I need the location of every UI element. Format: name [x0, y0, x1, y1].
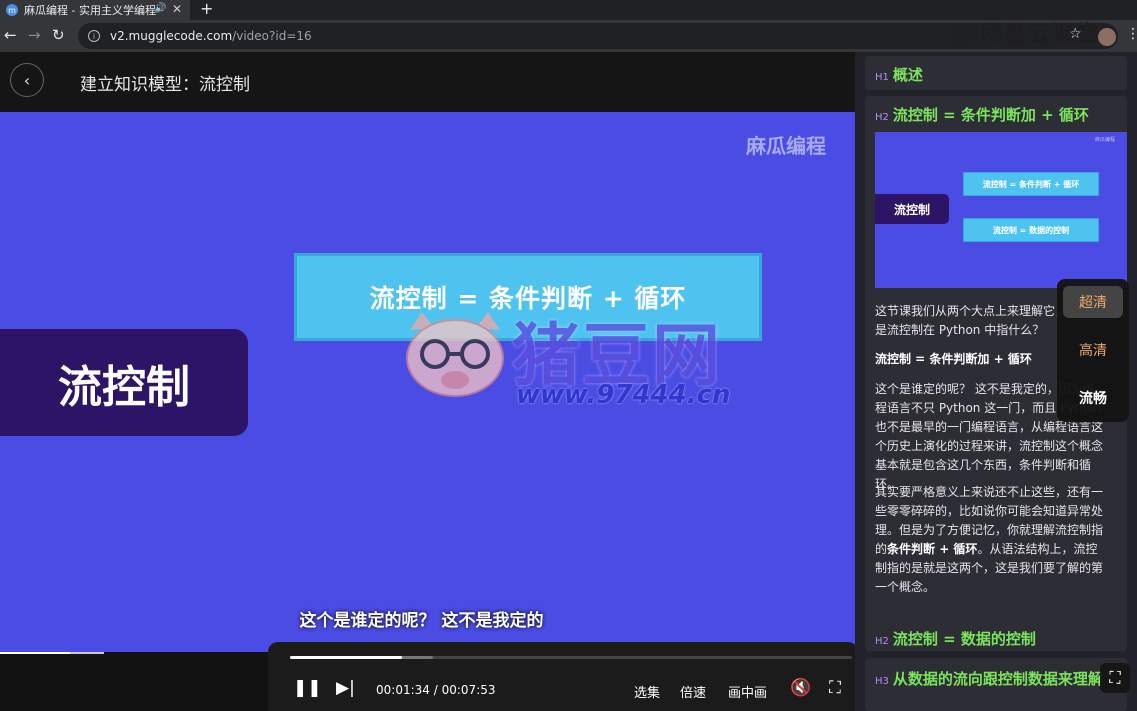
forward-icon[interactable]: →: [28, 26, 41, 44]
quality-menu: 超清 高清 流畅: [1057, 279, 1129, 422]
heading-data-flow[interactable]: H3 从数据的流向跟控制数据来理解: [875, 668, 1103, 689]
back-button[interactable]: ‹: [10, 63, 44, 97]
expand-icon: ⛶: [1109, 668, 1121, 687]
chevron-left-icon: ‹: [23, 70, 31, 90]
url-host: v2.mugglecode.com: [110, 29, 233, 43]
heading-tag: H2: [875, 112, 889, 123]
video-brand: 麻瓜编程: [746, 134, 826, 158]
heading-text: 流控制 = 条件判断加 + 循环: [892, 106, 1089, 124]
heading-tag: H2: [875, 636, 889, 647]
tab-title: 麻瓜编程 - 实用主义学编程: [24, 4, 156, 17]
progress-played: [290, 656, 403, 659]
heading-text: 概述: [892, 66, 923, 84]
thumb-box-1: 流控制 = 条件判断 + 循环: [963, 172, 1099, 196]
heading-overview[interactable]: H1 概述: [875, 64, 923, 85]
heading-text: 从数据的流向跟控制数据来理解: [892, 670, 1103, 688]
reload-icon[interactable]: ↻: [52, 26, 65, 44]
thumb-side-label: 流控制: [875, 194, 949, 224]
heading-flow-control[interactable]: H2 流控制 = 条件判断加 + 循环: [875, 104, 1089, 125]
paragraph-4-bold: 条件判断 + 循环: [887, 542, 978, 556]
quality-option-smooth[interactable]: 流畅: [1063, 382, 1123, 414]
pip-button[interactable]: 画中画: [728, 682, 767, 701]
side-label: 流控制: [0, 329, 248, 436]
heading-tag: H3: [875, 676, 889, 687]
watermark-logo-icon: [950, 24, 974, 46]
control-bar: ❚❚ ▶| 00:01:34 / 00:07:53 选集 倍速 画中画 🔇 ⛶: [268, 642, 858, 711]
speed-button[interactable]: 倍速: [680, 682, 706, 701]
time-current: 00:01:34: [376, 683, 430, 697]
next-icon[interactable]: ▶|: [336, 678, 355, 698]
paragraph-4: 其实要严格意义上来说还不止这些，还有一些零零碎碎的，比如说你可能会知道异常处理。…: [875, 483, 1103, 597]
thumb-brand: 麻瓜编程: [1095, 137, 1116, 143]
heading-tag: H1: [875, 72, 889, 83]
time-total: 00:07:53: [441, 683, 496, 697]
browser-menu-icon[interactable]: ⋮: [1126, 26, 1137, 42]
quality-option-hd[interactable]: 高清: [1063, 334, 1123, 366]
site-info-icon[interactable]: i: [88, 30, 100, 42]
pause-icon[interactable]: ❚❚: [293, 678, 322, 698]
video-title: 建立知识模型：流控制: [80, 75, 250, 95]
favicon-icon: m: [6, 4, 18, 16]
time-separator: /: [433, 683, 438, 697]
mute-icon[interactable]: 🔇: [790, 678, 811, 698]
heading-data-control[interactable]: H2 流控制 = 数据的控制: [875, 628, 1036, 649]
browser-tab[interactable]: m 麻瓜编程 - 实用主义学编程 🔊 ✕: [0, 0, 190, 20]
back-icon[interactable]: ←: [4, 26, 17, 44]
url-path: /video?id=16: [232, 29, 312, 43]
player-header: ‹ 建立知识模型：流控制: [0, 52, 855, 112]
speaker-icon[interactable]: 🔊: [154, 3, 166, 14]
close-tab-icon[interactable]: ✕: [172, 2, 182, 16]
time-display: 00:01:34 / 00:07:53: [376, 683, 496, 697]
subtitle: 这个是谁定的呢？ 这不是我定的: [299, 611, 544, 631]
mini-progress-line: [0, 652, 70, 654]
quality-option-hd2[interactable]: 超清: [1063, 286, 1123, 318]
progress-bar[interactable]: [290, 656, 852, 659]
watermark-163: 网易云课堂: [950, 16, 1100, 48]
episodes-button[interactable]: 选集: [634, 682, 660, 701]
fullscreen-icon[interactable]: ⛶: [829, 678, 841, 698]
thumb-box-2: 流控制 = 数据的控制: [963, 218, 1099, 242]
sidebar-fullscreen-button[interactable]: ⛶: [1100, 663, 1130, 693]
video-player: ‹ 建立知识模型：流控制 麻瓜编程 流控制 = 条件判断 + 循环 流控制 猪豆…: [0, 52, 858, 711]
watermark-url: www.97444.cn: [516, 380, 731, 410]
watermark-163-text: 网易云课堂: [980, 22, 1101, 47]
heading-text: 流控制 = 数据的控制: [892, 630, 1036, 648]
video-frame[interactable]: 麻瓜编程 流控制 = 条件判断 + 循环 流控制 猪豆网 www.97444.c…: [0, 112, 855, 652]
pig-watermark-icon: [406, 312, 504, 397]
slide-thumbnail: 麻瓜编程 流控制 = 条件判断 + 循环 流控制 = 数据的控制 流控制: [875, 132, 1127, 288]
new-tab-icon[interactable]: +: [200, 0, 213, 18]
profile-avatar[interactable]: [1098, 28, 1116, 46]
